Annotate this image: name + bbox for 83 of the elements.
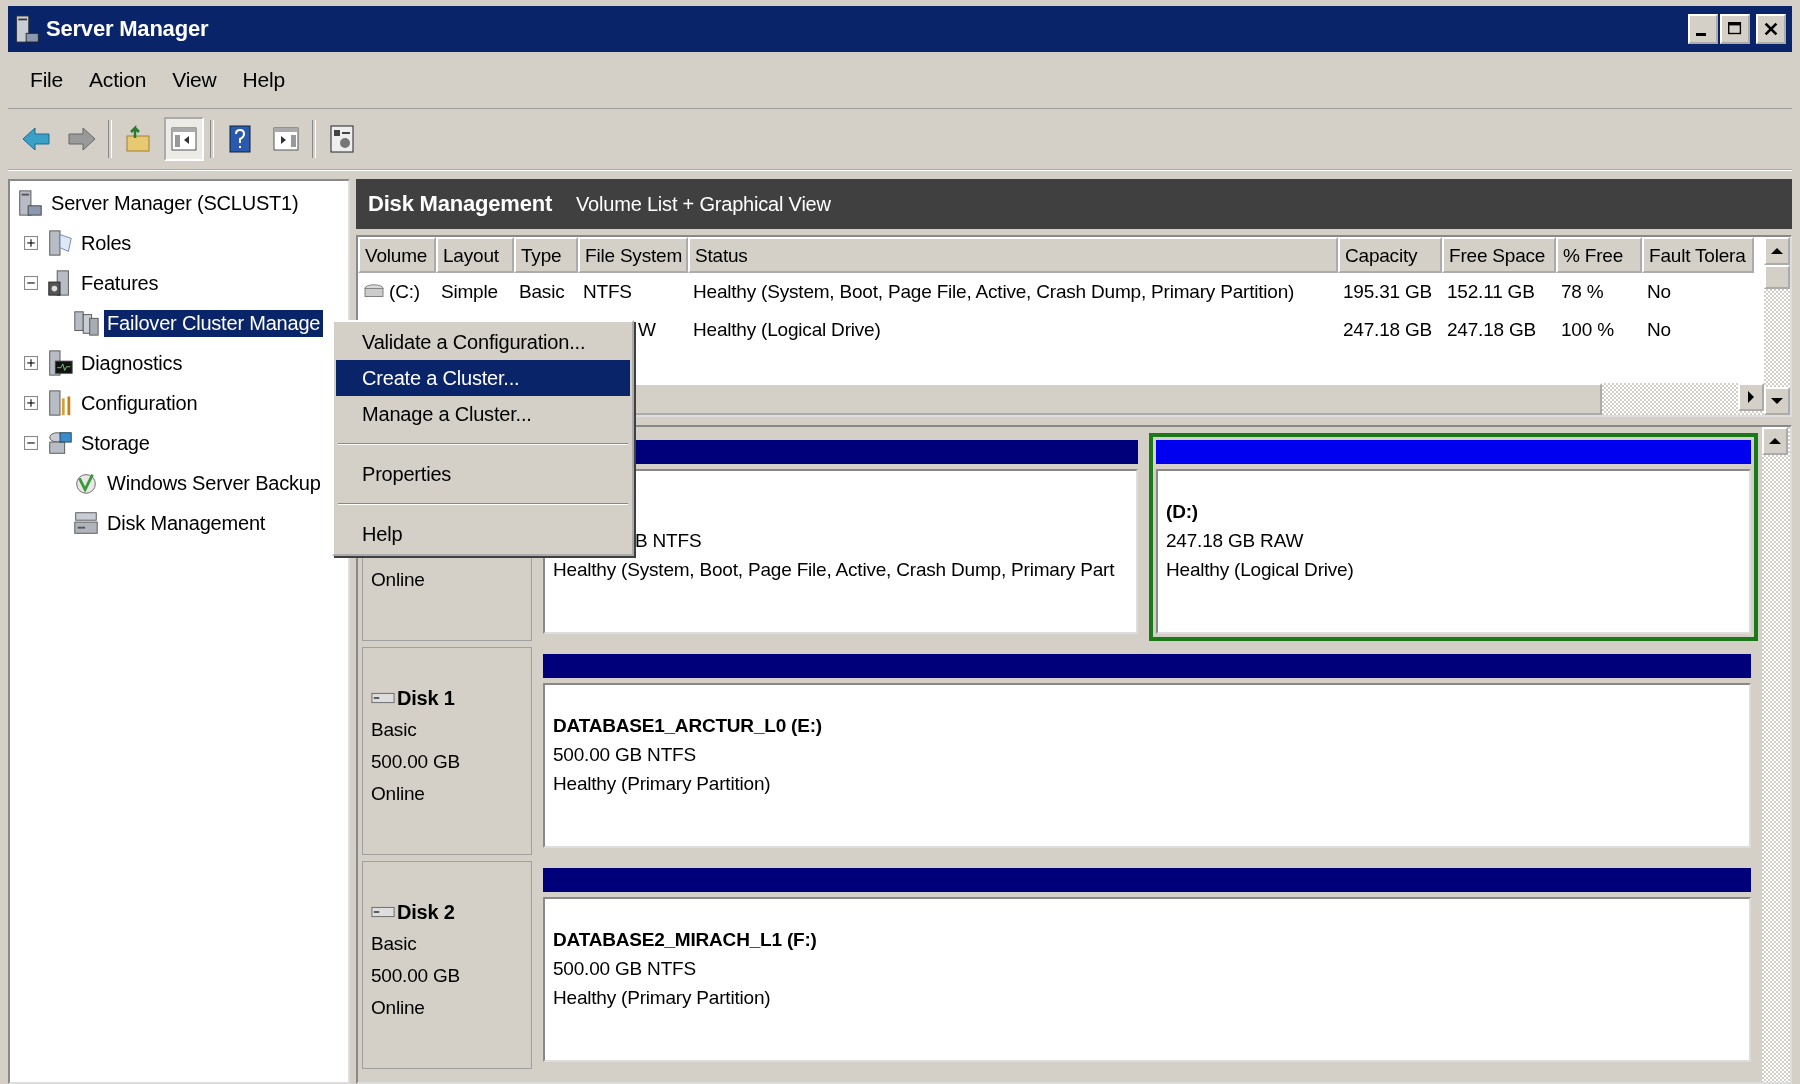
menu-item[interactable]: View (162, 64, 227, 96)
table-cell: No (1647, 281, 1671, 303)
panel-subtitle: Volume List + Graphical View (576, 192, 831, 216)
disk-name: Disk 2 (397, 900, 455, 924)
expand-box[interactable] (24, 236, 38, 250)
partition-name: (D:) (1166, 500, 1198, 523)
collapse-box[interactable] (24, 276, 38, 290)
menu-item[interactable]: Manage a Cluster... (336, 396, 630, 432)
disk-capacity: 500.00 GB (371, 965, 461, 987)
disk-capacity: 500.00 GB (371, 751, 461, 773)
partition-size: 247.18 GB RAW (1166, 529, 1304, 552)
partition-status: Healthy (Logical Drive) (1166, 558, 1354, 581)
server-icon (14, 13, 40, 45)
tree-pane-icon[interactable] (164, 117, 204, 161)
table-cell: 152.11 GB (1447, 281, 1535, 303)
menu-item[interactable]: Create a Cluster... (336, 360, 630, 396)
table-cell: Simple (441, 281, 498, 303)
column-header[interactable]: Capacity (1338, 237, 1442, 273)
table-cell: W (638, 319, 656, 341)
minimize-button[interactable] (1688, 14, 1718, 44)
partition-size: 500.00 GB NTFS (553, 743, 696, 766)
partition-size: 500.00 GB NTFS (553, 957, 696, 980)
column-header[interactable]: File System (578, 237, 688, 273)
column-header[interactable]: % Free (1556, 237, 1642, 273)
partition-status: Healthy (Primary Partition) (553, 772, 771, 795)
tree-item[interactable]: Storage (78, 429, 153, 457)
menu-item[interactable]: Validate a Configuration... (336, 324, 630, 360)
table-cell: No (1647, 319, 1671, 341)
partition-status: Healthy (Primary Partition) (553, 986, 771, 1009)
table-cell: Healthy (System, Boot, Page File, Active, Crash Dump, Primary Partition) (693, 281, 1295, 303)
collapse-box[interactable] (24, 436, 38, 450)
disk-status: Online (371, 783, 425, 805)
table-cell: 247.18 GB (1343, 319, 1433, 341)
minimize-icon (1696, 32, 1706, 36)
close-button[interactable] (1756, 14, 1786, 44)
table-cell: 247.18 GB (1447, 319, 1537, 341)
server-roles-icon (46, 228, 74, 258)
partition-name: DATABASE1_ARCTUR_L0 (E:) (553, 714, 822, 737)
partition-size: B NTFS (635, 529, 702, 552)
column-header[interactable]: Type (514, 237, 578, 273)
tree-item[interactable]: Server Manager (SCLUST1) (48, 189, 302, 217)
table-cell: Healthy (Logical Drive) (693, 319, 881, 341)
expand-box[interactable] (24, 396, 38, 410)
table-cell: (C:) (389, 281, 420, 303)
tree-item[interactable]: Failover Cluster Manage (104, 309, 324, 337)
partition-name: DATABASE2_MIRACH_L1 (F:) (553, 928, 817, 951)
table-cell: 195.31 GB (1343, 281, 1433, 303)
column-header[interactable]: Layout (436, 237, 514, 273)
menu-item[interactable]: File (20, 64, 74, 96)
vertical-scrollbar[interactable] (1762, 427, 1790, 1082)
server-monitor-icon (46, 348, 74, 378)
expand-box[interactable] (24, 356, 38, 370)
window-title: Server Manager (46, 16, 209, 42)
tree-item[interactable]: Disk Management (104, 509, 269, 537)
tree-item[interactable]: Diagnostics (78, 349, 186, 377)
tree-item[interactable]: Windows Server Backup (104, 469, 324, 497)
server-icon (16, 188, 44, 218)
menu-item[interactable]: Action (79, 64, 157, 96)
tree-item[interactable]: Roles (78, 229, 135, 257)
scroll-thumb[interactable] (1764, 265, 1790, 289)
disk-status: Online (371, 569, 425, 591)
panel-title: Disk Management (368, 191, 553, 217)
disk-type: Basic (371, 933, 417, 955)
tree-item[interactable]: Features (78, 269, 162, 297)
table-cell: NTFS (583, 281, 632, 303)
close-icon (1762, 20, 1780, 38)
column-header[interactable]: Volume (358, 237, 436, 273)
column-header[interactable]: Free Space (1442, 237, 1556, 273)
table-cell: Basic (519, 281, 565, 303)
column-header[interactable]: Status (688, 237, 1338, 273)
maximize-button[interactable] (1720, 14, 1750, 44)
column-header[interactable]: Fault Tolera (1642, 237, 1754, 273)
disk-status: Online (371, 997, 425, 1019)
partition-status: Healthy (System, Boot, Page File, Active, Crash Dump, Primary Part (553, 558, 1115, 581)
vertical-scrollbar[interactable] (1764, 237, 1790, 415)
server-cluster-icon (72, 308, 100, 338)
partition[interactable]: (D:) 247.18 GB RAW Healthy (Logical Drive) (1149, 433, 1758, 641)
tree-item[interactable]: Configuration (78, 389, 201, 417)
menu-item[interactable]: Help (232, 64, 295, 96)
disk-name: Disk 1 (397, 686, 455, 710)
table-cell: 100 % (1561, 319, 1614, 341)
disk-type: Basic (371, 719, 417, 741)
table-cell: 78 % (1561, 281, 1604, 303)
